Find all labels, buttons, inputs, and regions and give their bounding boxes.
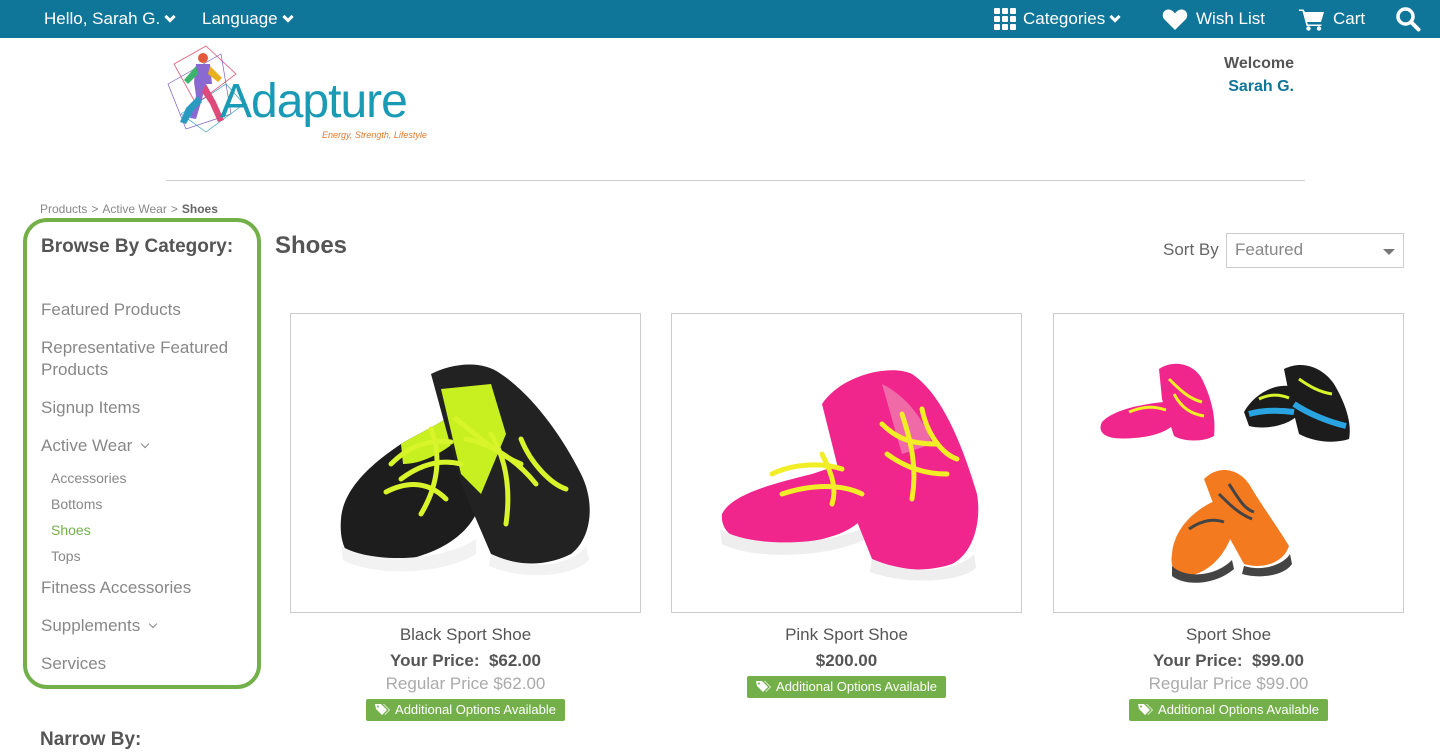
categories-label: Categories bbox=[1023, 9, 1106, 28]
sidebar-item-label: Supplements bbox=[41, 616, 141, 635]
breadcrumb: Products > Active Wear > Shoes bbox=[40, 202, 218, 216]
chevron-down-icon bbox=[148, 619, 158, 629]
product-card: Sport Shoe Your Price: $99.00 Regular Pr… bbox=[1053, 313, 1404, 721]
chevron-down-icon bbox=[1109, 10, 1121, 23]
welcome-block: Welcome Sarah G. bbox=[1224, 52, 1294, 98]
language-label: Language bbox=[202, 9, 278, 28]
tag-icon bbox=[756, 681, 772, 692]
product-image[interactable] bbox=[1053, 313, 1404, 613]
search-button[interactable] bbox=[1395, 0, 1421, 38]
cart-label: Cart bbox=[1333, 9, 1366, 28]
wishlist-label: Wish List bbox=[1196, 9, 1265, 28]
chevron-down-icon bbox=[164, 10, 176, 23]
product-card: Black Sport Shoe Your Price: $62.00 Regu… bbox=[290, 313, 641, 721]
top-nav-bar: Hello, Sarah G. Language Categories Wish… bbox=[0, 0, 1440, 38]
sidebar-subitem-tops[interactable]: Tops bbox=[51, 548, 81, 564]
options-badge[interactable]: Additional Options Available bbox=[747, 676, 946, 698]
badge-label: Additional Options Available bbox=[1158, 702, 1319, 717]
logo-tagline: Energy, Strength, Lifestyle bbox=[322, 130, 427, 140]
price-value: $62.00 bbox=[488, 651, 541, 670]
sidebar-item-services[interactable]: Services bbox=[41, 653, 106, 675]
search-icon bbox=[1396, 7, 1421, 32]
cart-icon bbox=[1299, 9, 1324, 31]
badge-label: Additional Options Available bbox=[395, 702, 556, 717]
product-name[interactable]: Pink Sport Shoe bbox=[671, 625, 1022, 645]
regular-price: Regular Price $62.00 bbox=[385, 674, 546, 693]
sort-label: Sort By bbox=[1163, 240, 1219, 259]
badge-label: Additional Options Available bbox=[776, 679, 937, 694]
sidebar-item-featured[interactable]: Featured Products bbox=[41, 299, 181, 321]
brand-logo[interactable]: Adapture Energy, Strength, Lifestyle bbox=[166, 44, 427, 146]
welcome-label: Welcome bbox=[1224, 55, 1294, 72]
sidebar-item-active-wear[interactable]: Active Wear bbox=[41, 435, 150, 457]
pink-sport-shoe-image bbox=[720, 370, 979, 581]
heart-icon bbox=[1162, 9, 1188, 30]
chevron-down-icon bbox=[281, 10, 294, 23]
tag-icon bbox=[375, 704, 391, 715]
account-menu[interactable]: Hello, Sarah G. bbox=[44, 0, 176, 38]
welcome-user[interactable]: Sarah G. bbox=[1224, 75, 1294, 98]
grid-icon bbox=[994, 8, 1016, 30]
regular-price: Regular Price $99.00 bbox=[1148, 674, 1309, 693]
sport-shoes-set-image bbox=[1100, 363, 1350, 583]
product-name[interactable]: Black Sport Shoe bbox=[290, 625, 641, 645]
price-value: $99.00 bbox=[1251, 651, 1304, 670]
sidebar-title: Browse By Category: bbox=[41, 236, 234, 257]
chevron-down-icon bbox=[141, 439, 150, 449]
sidebar-subitem-bottoms[interactable]: Bottoms bbox=[51, 496, 102, 512]
wishlist-link[interactable]: Wish List bbox=[1162, 0, 1265, 38]
sidebar-subitem-accessories[interactable]: Accessories bbox=[51, 470, 126, 486]
breadcrumb-products[interactable]: Products bbox=[40, 202, 87, 216]
product-image[interactable] bbox=[290, 313, 641, 613]
options-badge[interactable]: Additional Options Available bbox=[366, 699, 565, 721]
greeting-label: Hello, Sarah G. bbox=[44, 9, 161, 28]
sort-select[interactable]: Featured bbox=[1226, 233, 1404, 268]
sort-value: Featured bbox=[1235, 240, 1304, 259]
black-sport-shoe-image bbox=[340, 364, 590, 576]
header-divider bbox=[166, 180, 1305, 181]
product-card: Pink Sport Shoe $200.00 Additional Optio… bbox=[671, 313, 1022, 698]
categories-menu[interactable]: Categories bbox=[994, 0, 1121, 38]
sidebar-item-supplements[interactable]: Supplements bbox=[41, 615, 158, 637]
sidebar-item-fitness-accessories[interactable]: Fitness Accessories bbox=[41, 577, 191, 599]
sidebar-item-label: Active Wear bbox=[41, 436, 133, 455]
language-menu[interactable]: Language bbox=[202, 0, 294, 38]
breadcrumb-active-wear[interactable]: Active Wear bbox=[102, 202, 166, 216]
sidebar-subitem-shoes[interactable]: Shoes bbox=[51, 522, 91, 538]
page-title: Shoes bbox=[275, 232, 348, 259]
price-value: $200.00 bbox=[815, 651, 878, 670]
price-label: Your Price: bbox=[390, 651, 480, 670]
category-sidebar: Browse By Category: Featured Products Re… bbox=[23, 218, 261, 689]
product-name[interactable]: Sport Shoe bbox=[1053, 625, 1404, 645]
narrow-by-heading: Narrow By: bbox=[40, 729, 142, 750]
price-label: Your Price: bbox=[1153, 651, 1243, 670]
product-price: Your Price: $99.00 bbox=[1053, 651, 1404, 671]
cart-link[interactable]: Cart bbox=[1299, 0, 1365, 38]
tag-icon bbox=[1138, 704, 1154, 715]
product-price: Your Price: $62.00 bbox=[290, 651, 641, 671]
options-badge[interactable]: Additional Options Available bbox=[1129, 699, 1328, 721]
dropdown-arrow-icon bbox=[1383, 249, 1395, 255]
sidebar-item-representative-featured[interactable]: Representative Featured Products bbox=[41, 337, 251, 381]
product-image[interactable] bbox=[671, 313, 1022, 613]
sidebar-item-signup[interactable]: Signup Items bbox=[41, 397, 140, 419]
product-price: $200.00 bbox=[671, 651, 1022, 671]
breadcrumb-current: Shoes bbox=[181, 202, 218, 216]
logo-wordmark: Adapture bbox=[220, 75, 408, 128]
